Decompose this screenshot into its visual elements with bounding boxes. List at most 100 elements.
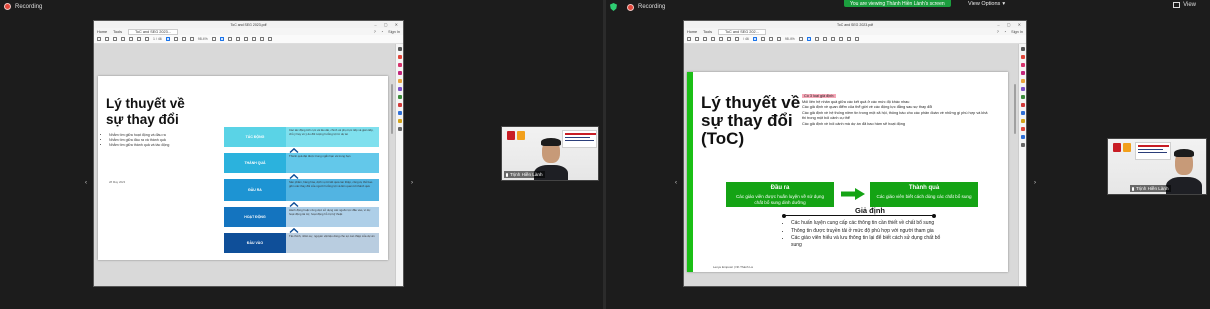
fill-sign-icon[interactable] bbox=[397, 119, 402, 123]
upload-icon[interactable] bbox=[695, 37, 699, 41]
scan-icon[interactable] bbox=[1020, 135, 1025, 139]
search-icon[interactable] bbox=[719, 37, 723, 41]
zoom-in-icon[interactable] bbox=[776, 37, 781, 41]
down-icon[interactable] bbox=[145, 37, 149, 41]
fit-icon[interactable] bbox=[211, 37, 216, 41]
row-text: Tài chính, nhân sự, nguyên vật liệu dùng… bbox=[286, 233, 379, 253]
comment-tool-icon[interactable] bbox=[1020, 79, 1025, 83]
save-icon[interactable] bbox=[97, 37, 101, 41]
row-label: TÁC ĐỘNG bbox=[224, 127, 286, 147]
up-icon[interactable] bbox=[727, 37, 731, 41]
organize-icon[interactable] bbox=[397, 95, 402, 99]
down-icon[interactable] bbox=[735, 37, 739, 41]
zoom-level[interactable]: 98.4% bbox=[198, 37, 208, 41]
menu-tools[interactable]: Tools bbox=[703, 30, 712, 34]
protect-icon[interactable] bbox=[1020, 111, 1025, 115]
bell-icon[interactable]: ◔ bbox=[381, 30, 383, 34]
view-button[interactable]: View bbox=[1173, 2, 1196, 8]
pen-icon[interactable] bbox=[822, 37, 827, 41]
edit-pdf-icon[interactable] bbox=[397, 63, 402, 67]
webcam-tile[interactable]: Trịnh Hiền Lành bbox=[501, 126, 599, 181]
sign-in-link[interactable]: Sign In bbox=[388, 30, 400, 34]
hand-icon[interactable] bbox=[173, 37, 178, 41]
search-tool-icon[interactable] bbox=[397, 47, 402, 51]
stamp-icon[interactable] bbox=[846, 37, 851, 41]
doc-tab[interactable]: ToC and SEG 2023... bbox=[128, 28, 178, 35]
sign-in-link[interactable]: Sign In bbox=[1011, 30, 1023, 34]
highlight-icon[interactable] bbox=[243, 37, 248, 41]
stamp-icon[interactable] bbox=[259, 37, 264, 41]
more-icon[interactable] bbox=[854, 37, 859, 41]
fit-icon[interactable] bbox=[798, 37, 803, 41]
hand-icon[interactable] bbox=[760, 37, 765, 41]
search-icon[interactable] bbox=[129, 37, 133, 41]
share-icon[interactable] bbox=[838, 37, 843, 41]
save-icon[interactable] bbox=[687, 37, 691, 41]
slide-page: Lý thuyết về sự thay đổi (ToC) Có 3 loại… bbox=[687, 72, 1008, 272]
edit-pdf-icon[interactable] bbox=[1020, 63, 1025, 67]
print-icon[interactable] bbox=[113, 37, 117, 41]
request-sign-icon[interactable] bbox=[1020, 127, 1025, 131]
redact-icon[interactable] bbox=[1020, 103, 1025, 107]
zoom-out-icon[interactable] bbox=[768, 37, 773, 41]
organize-icon[interactable] bbox=[1020, 95, 1025, 99]
assumption-types: Có 3 loại giả định: Mối liên hệ nhân quả… bbox=[802, 94, 988, 127]
help-icon[interactable]: ? bbox=[374, 30, 376, 34]
comment-icon[interactable] bbox=[227, 37, 232, 41]
scrollbar[interactable] bbox=[391, 84, 393, 134]
create-pdf-icon[interactable] bbox=[397, 71, 402, 75]
viewing-screen-banner: You are viewing Thành Hiền Lành's screen bbox=[844, 0, 951, 7]
share-icon[interactable] bbox=[251, 37, 256, 41]
combine-icon[interactable] bbox=[1020, 87, 1025, 91]
page-number[interactable]: 1 / 46 bbox=[153, 37, 162, 41]
window-controls[interactable]: – ▢ ✕ bbox=[997, 22, 1024, 27]
keyboard-icon[interactable] bbox=[806, 37, 811, 41]
chevron-right-icon[interactable]: › bbox=[1034, 180, 1036, 186]
pen-icon[interactable] bbox=[235, 37, 240, 41]
fill-sign-icon[interactable] bbox=[1020, 119, 1025, 123]
view-options-button[interactable]: View Options ▾ bbox=[968, 0, 1005, 7]
document-area[interactable]: Lý thuyết về sự thay đổi (ToC) Có 3 loại… bbox=[684, 44, 1018, 286]
select-cursor-icon[interactable] bbox=[165, 37, 170, 41]
select-cursor-icon[interactable] bbox=[752, 37, 757, 41]
up-icon[interactable] bbox=[137, 37, 141, 41]
more-icon[interactable] bbox=[267, 37, 272, 41]
highlight-icon[interactable] bbox=[830, 37, 835, 41]
chevron-left-icon[interactable]: ‹ bbox=[85, 180, 87, 186]
redact-icon[interactable] bbox=[397, 103, 402, 107]
help-icon[interactable]: ? bbox=[997, 30, 999, 34]
webcam-tile[interactable]: Trịnh Hiền Lành bbox=[1107, 138, 1207, 195]
upload-icon[interactable] bbox=[105, 37, 109, 41]
protect-icon[interactable] bbox=[397, 111, 402, 115]
participant-name-tag: Trịnh Hiền Lành bbox=[504, 171, 545, 178]
menu-home[interactable]: Home bbox=[97, 30, 107, 34]
chevron-left-icon[interactable]: ‹ bbox=[675, 180, 677, 186]
export-pdf-icon[interactable] bbox=[397, 55, 402, 59]
window-controls[interactable]: – ▢ ✕ bbox=[374, 22, 401, 27]
mail-icon[interactable] bbox=[121, 37, 125, 41]
zoom-in-icon[interactable] bbox=[189, 37, 194, 41]
page-number[interactable]: / 46 bbox=[743, 37, 749, 41]
row-label: HOẠT ĐỘNG bbox=[224, 207, 286, 227]
menu-tools[interactable]: Tools bbox=[113, 30, 122, 34]
bell-icon[interactable]: ◔ bbox=[1004, 30, 1006, 34]
doc-tab[interactable]: ToC and SEG 202... bbox=[718, 28, 766, 35]
zoom-level[interactable]: 98.4% bbox=[785, 37, 795, 41]
menu-home[interactable]: Home bbox=[687, 30, 697, 34]
create-pdf-icon[interactable] bbox=[1020, 71, 1025, 75]
comment-tool-icon[interactable] bbox=[397, 79, 402, 83]
document-area[interactable]: Lý thuyết về sự thay đổi Nhằm tìm giữa h… bbox=[94, 44, 395, 286]
toc-row-outcome: THÀNH QUẢ Thành quả đạt được trong ngắn … bbox=[224, 153, 379, 173]
keyboard-icon[interactable] bbox=[219, 37, 224, 41]
comment-icon[interactable] bbox=[814, 37, 819, 41]
chevron-right-icon[interactable]: › bbox=[411, 180, 413, 186]
search-tool-icon[interactable] bbox=[1020, 47, 1025, 51]
more-tools-icon[interactable] bbox=[1020, 143, 1025, 147]
export-pdf-icon[interactable] bbox=[1020, 55, 1025, 59]
mail-icon[interactable] bbox=[711, 37, 715, 41]
print-icon[interactable] bbox=[703, 37, 707, 41]
zoom-out-icon[interactable] bbox=[181, 37, 186, 41]
more-tools-icon[interactable] bbox=[397, 127, 402, 131]
scrollbar[interactable] bbox=[1014, 84, 1016, 134]
combine-icon[interactable] bbox=[397, 87, 402, 91]
